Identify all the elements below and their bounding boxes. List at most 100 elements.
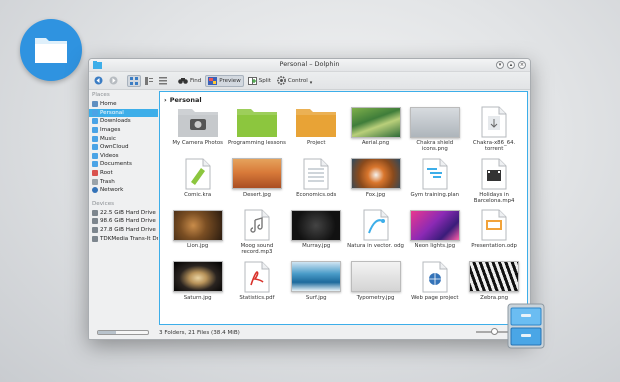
split-view-icon [247,76,257,85]
hard-drive-icon [92,209,98,216]
compact-view-icon [145,76,153,85]
sidebar-item-label: Home [100,101,117,108]
forward-button[interactable] [107,75,120,87]
file-item[interactable]: Murray.jpg [287,209,346,261]
videos-folder-icon [92,152,98,159]
file-item[interactable]: Lion.jpg [168,209,227,261]
file-item[interactable]: Desert.jpg [227,158,286,210]
back-button[interactable] [92,75,105,87]
file-view[interactable]: › Personal My Camera Photos Programming l… [159,91,528,325]
details-view-button[interactable] [157,75,169,87]
video-file-icon [468,158,520,190]
green-folder-icon [231,106,283,138]
file-item[interactable]: Aerial.png [346,106,405,158]
sidebar-item-tdkmedia-trans-it-dri[interactable]: TDKMedia Trans-It Dri [89,234,158,243]
file-item[interactable]: Comic.kra [168,158,227,210]
file-item[interactable]: Saturn.jpg [168,261,227,313]
file-item[interactable]: Economics.ods [287,158,346,210]
sidebar-item-network[interactable]: Network [89,186,158,195]
file-item[interactable]: Programming lessons [227,106,286,158]
zoom-slider-handle[interactable] [490,328,498,335]
sidebar-item-documents[interactable]: Documents [89,160,158,169]
file-name: Programming lessons [227,140,286,146]
window-title: Personal – Dolphin [279,60,340,68]
dolphin-app-badge-icon [20,19,82,81]
compact-view-button[interactable] [143,75,155,87]
preview-button[interactable]: Preview [205,74,244,87]
file-item[interactable]: Holidays in Barcelona.mp4 [464,158,523,210]
sidebar-item-label: 27.8 GiB Hard Drive [100,227,156,234]
places-panel: Places Home Personal Downloads Images Music O… [89,91,158,326]
find-label: Find [190,77,202,84]
file-item[interactable]: Chakra shield icons.png [405,106,464,158]
pdf-file-icon [231,261,283,293]
file-item[interactable]: Typometry.jpg [346,261,405,313]
torrent-file-icon [468,106,520,138]
sidebar-item-music[interactable]: Music [89,134,158,143]
control-menu-button[interactable]: Control ▾ [275,75,314,87]
file-name: Aerial.png [361,140,390,146]
surf-photo-thumbnail [290,261,342,293]
sidebar-item-home[interactable]: Home [89,100,158,109]
sidebar-item-root[interactable]: Root [89,169,158,178]
details-view-icon [159,76,167,84]
file-name: Saturn.jpg [183,294,212,301]
sidebar-item-trash[interactable]: Trash [89,177,158,186]
sidebar-item-98-6-gib-hard-drive[interactable]: 98.6 GiB Hard Drive [89,217,158,226]
status-summary: 3 Folders, 21 Files (38.4 MiB) [159,329,240,336]
sidebar-item-22-5-gib-hard-drive[interactable]: 22.5 GiB Hard Drive [89,209,158,218]
file-name: Lion.jpg [187,243,209,249]
maximize-button[interactable]: ▴ [507,61,515,69]
file-item[interactable]: Moog sound record.mp3 [227,209,286,261]
split-label: Split [258,77,271,84]
file-name: Gym training.plan [410,191,460,198]
close-button[interactable]: × [518,61,526,69]
desert-photo-thumbnail [231,158,283,190]
file-name: Typometry.jpg [356,294,395,301]
spreadsheet-file-icon [290,158,342,190]
html-file-icon [409,261,461,293]
file-item[interactable]: Web page project [405,261,464,313]
file-name: Project [307,140,326,146]
file-name: Chakra-x86_64. torrent [472,140,516,153]
sidebar-item-personal[interactable]: Personal [89,108,158,118]
sidebar-item-27-8-gib-hard-drive[interactable]: 27.8 GiB Hard Drive [89,226,158,235]
file-name: Murray.jpg [302,243,331,249]
preview-label: Preview [219,77,241,84]
free-space-bar[interactable] [97,330,149,335]
sidebar-item-label: TDKMedia Trans-It Dri [100,235,158,242]
file-name: Economics.ods [296,191,337,198]
file-name: Neon lights.jpg [414,243,456,249]
icons-view-button[interactable] [127,74,141,87]
sidebar-item-label: 98.6 GiB Hard Drive [100,218,156,225]
orange-folder-icon [290,106,342,138]
file-item[interactable]: My Camera Photos [168,106,227,158]
file-item[interactable]: Neon lights.jpg [405,209,464,261]
krita-file-icon [172,158,224,190]
sidebar-item-images[interactable]: Images [89,126,158,135]
file-item[interactable]: Gym training.plan [405,158,464,210]
file-item[interactable]: Statistics.pdf [227,261,286,313]
file-item[interactable]: Project [287,106,346,158]
folder-icon [92,109,98,116]
saturn-photo-thumbnail [172,261,224,293]
file-item[interactable]: Natura in vector. odg [346,209,405,261]
file-item[interactable]: Presentation.odp [464,209,523,261]
sidebar-item-owncloud[interactable]: OwnCloud [89,143,158,152]
split-button[interactable]: Split [246,75,273,87]
minimize-button[interactable]: ▾ [496,61,504,69]
forward-arrow-icon [109,76,118,85]
fox-photo-thumbnail [350,158,402,190]
images-folder-icon [92,127,98,134]
file-item[interactable]: Surf.jpg [287,261,346,313]
sidebar-item-downloads[interactable]: Downloads [89,117,158,126]
file-item[interactable]: Chakra-x86_64. torrent [464,106,523,158]
main-toolbar: Find Preview Split Control ▾ [89,72,530,90]
sidebar-item-videos[interactable]: Videos [89,152,158,161]
hard-drive-icon [92,227,98,234]
breadcrumb-current[interactable]: Personal [170,96,202,104]
file-item[interactable]: Fox.jpg [346,158,405,210]
find-button[interactable]: Find [176,75,203,87]
title-bar[interactable]: Personal – Dolphin ▾ ▴ × [89,59,530,72]
camera-folder-icon [172,106,224,138]
